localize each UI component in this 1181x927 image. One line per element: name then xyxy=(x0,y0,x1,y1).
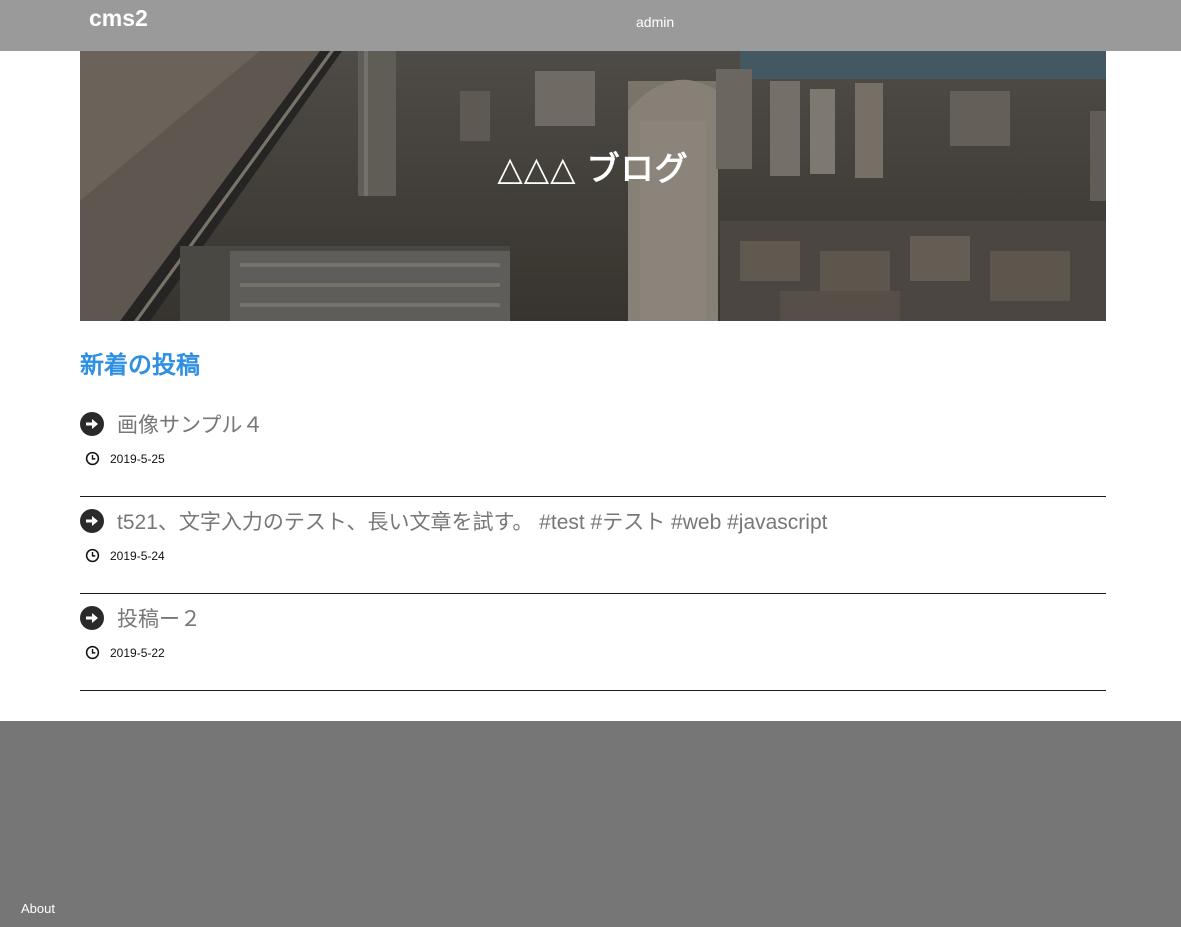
post-title: 投稿ー２ xyxy=(117,608,201,631)
top-navbar: cms2 admin xyxy=(0,0,1181,51)
post-item: t521、文字入力のテスト、長い文章を試す。 #test #テスト #web #… xyxy=(80,497,1106,594)
arrow-right-circle-icon xyxy=(80,606,104,630)
post-title-link[interactable]: 画像サンプル４ xyxy=(80,410,263,438)
post-title-link[interactable]: 投稿ー２ xyxy=(80,604,201,632)
post-date: 2019-5-22 xyxy=(110,645,165,660)
post-date-row: 2019-5-24 xyxy=(85,548,165,563)
clock-icon xyxy=(85,451,100,466)
post-list: 画像サンプル４ 2019-5-25 t521、文字入力のテスト、長い文章を試す。… xyxy=(80,400,1106,691)
section-title: 新着の投稿 xyxy=(80,352,200,379)
clock-icon xyxy=(85,548,100,563)
hero-banner: △△△ ブログ xyxy=(80,51,1106,321)
post-title: 画像サンプル４ xyxy=(117,414,264,437)
clock-icon xyxy=(85,645,100,660)
post-item: 投稿ー２ 2019-5-22 xyxy=(80,594,1106,691)
post-item: 画像サンプル４ 2019-5-25 xyxy=(80,400,1106,497)
post-date-row: 2019-5-22 xyxy=(85,645,165,660)
post-date: 2019-5-25 xyxy=(110,451,165,466)
brand-link[interactable]: cms2 xyxy=(89,5,148,32)
post-date-row: 2019-5-25 xyxy=(85,451,165,466)
post-title-link[interactable]: t521、文字入力のテスト、長い文章を試す。 #test #テスト #web #… xyxy=(80,507,827,535)
arrow-right-circle-icon xyxy=(80,509,104,533)
post-title: t521、文字入力のテスト、長い文章を試す。 #test #テスト #web #… xyxy=(117,511,828,534)
about-link[interactable]: About xyxy=(21,901,55,916)
footer: About xyxy=(0,721,1181,927)
hero-title: △△△ ブログ xyxy=(497,150,689,187)
post-date: 2019-5-24 xyxy=(110,548,165,563)
admin-link[interactable]: admin xyxy=(636,14,674,30)
arrow-right-circle-icon xyxy=(80,412,104,436)
